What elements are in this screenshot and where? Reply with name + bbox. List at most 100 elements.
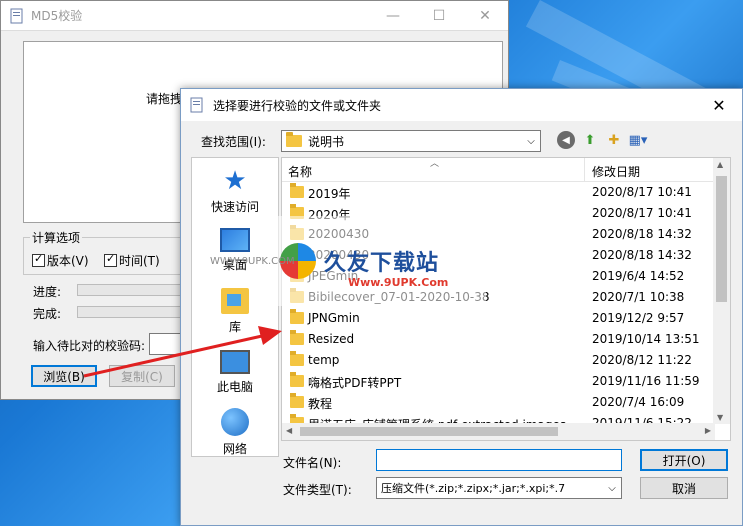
filetype-value: 压缩文件(*.zip;*.zipx;*.jar;*.xpi;*.7 [381, 482, 566, 495]
lookin-combo[interactable]: 说明书 ⌵ [281, 130, 541, 152]
scroll-thumb[interactable] [300, 427, 558, 436]
done-bar [77, 306, 187, 318]
chevron-down-icon: ⌵ [608, 482, 616, 494]
file-date: 2020/8/17 10:41 [592, 206, 692, 220]
options-legend: 计算选项 [30, 229, 83, 246]
cancel-button[interactable]: 取消 [640, 477, 728, 499]
sort-up-icon: ︿ [430, 159, 440, 169]
file-date: 2020/7/1 10:38 [592, 290, 685, 304]
scroll-down-icon[interactable]: ▼ [717, 413, 723, 422]
place-label: 网络 [222, 442, 247, 456]
folder-icon [290, 309, 304, 324]
file-row[interactable]: 2019年 2020/8/17 10:41 [282, 182, 714, 203]
star-icon: ★ [223, 166, 247, 196]
progress-label: 进度: [33, 285, 62, 299]
app-icon [190, 97, 203, 113]
app-icon [10, 8, 23, 23]
col-name-header[interactable]: 名称 [288, 163, 312, 180]
done-label: 完成: [33, 307, 62, 321]
file-date: 2020/8/18 14:32 [592, 248, 692, 262]
version-checkbox[interactable]: 版本(V) [32, 252, 89, 269]
filename-label: 文件名(N): [283, 456, 342, 470]
computer-icon [220, 350, 250, 374]
file-name: temp [308, 353, 340, 367]
horizontal-scrollbar[interactable]: ◀ ▶ [282, 423, 715, 440]
file-date: 2020/8/17 10:41 [592, 185, 692, 199]
copy-button[interactable]: 复制(C) [109, 365, 175, 387]
file-name: Resized [308, 332, 355, 346]
filetype-label: 文件类型(T): [283, 483, 352, 497]
chevron-down-icon: ⌵ [527, 135, 535, 147]
place-this-pc[interactable]: 此电脑 [192, 350, 278, 395]
file-date: 2019/11/16 11:59 [592, 374, 700, 388]
file-row[interactable]: 嗨格式PDF转PPT 2019/11/16 11:59 [282, 371, 714, 392]
time-label: 时间(T) [119, 254, 160, 268]
place-label: 此电脑 [216, 380, 253, 394]
new-folder-icon[interactable]: ✚ [605, 131, 623, 149]
dialog-titlebar: 选择要进行校验的文件或文件夹 ✕ [181, 89, 742, 121]
network-icon [221, 408, 249, 436]
lookin-value: 说明书 [308, 134, 345, 149]
folder-icon [290, 393, 304, 408]
minimize-icon[interactable]: — [370, 1, 416, 30]
maximize-icon[interactable]: ☐ [416, 1, 462, 30]
col-date-header[interactable]: 修改日期 [592, 163, 640, 180]
close-icon[interactable]: ✕ [696, 96, 742, 115]
md5-titlebar: MD5校验 — ☐ ✕ [1, 1, 508, 31]
lookin-label: 查找范围(I): [201, 135, 266, 149]
up-folder-icon[interactable]: ⬆ [581, 131, 599, 149]
open-button[interactable]: 打开(O) [640, 449, 728, 471]
scroll-right-icon[interactable]: ▶ [705, 426, 711, 435]
time-checkbox[interactable]: 时间(T) [104, 252, 160, 269]
place-network[interactable]: 网络 [192, 408, 278, 457]
filetype-combo[interactable]: 压缩文件(*.zip;*.zipx;*.jar;*.xpi;*.7 ⌵ [376, 477, 622, 499]
file-name: 教程 [308, 397, 333, 411]
md5-window-title: MD5校验 [31, 9, 83, 23]
view-menu-icon[interactable]: ▦▾ [629, 131, 648, 149]
file-name: JPNGmin [308, 311, 360, 325]
watermark-url-left: WWW.9UPK.COM [210, 256, 295, 267]
file-row[interactable]: temp 2020/8/12 11:22 [282, 350, 714, 371]
places-bar: ★ 快速访问 桌面 库 此电脑 网络 [191, 157, 279, 457]
checkbox-check-icon [104, 252, 117, 267]
file-dialog: 选择要进行校验的文件或文件夹 ✕ 查找范围(I): 说明书 ⌵ ◀ ⬆ ✚ ▦▾… [180, 88, 743, 526]
file-row[interactable]: Resized 2019/10/14 13:51 [282, 329, 714, 350]
close-icon[interactable]: ✕ [462, 1, 508, 30]
desktop-icon [220, 228, 250, 252]
watermark-url: Www.9UPK.Com [348, 276, 449, 289]
verify-label: 输入待比对的校验码: [33, 339, 146, 353]
file-list-header: ︿ 名称 修改日期 [282, 158, 714, 182]
place-quick-access[interactable]: ★ 快速访问 [192, 168, 278, 215]
scroll-thumb[interactable] [716, 176, 727, 302]
file-name: 嗨格式PDF转PPT [308, 376, 402, 390]
scroll-left-icon[interactable]: ◀ [286, 426, 292, 435]
scroll-up-icon[interactable]: ▲ [717, 160, 723, 169]
file-row[interactable]: JPNGmin 2019/12/2 9:57 [282, 308, 714, 329]
library-icon [221, 288, 249, 314]
file-date: 2019/10/14 13:51 [592, 332, 700, 346]
file-date: 2020/8/12 11:22 [592, 353, 692, 367]
file-date: 2020/7/4 16:09 [592, 395, 685, 409]
back-icon[interactable]: ◀ [557, 131, 575, 149]
options-group: 计算选项 版本(V) 时间(T) [23, 229, 193, 275]
vertical-scrollbar[interactable]: ▲ ▼ [713, 158, 730, 424]
folder-icon [286, 132, 302, 147]
folder-icon [290, 330, 304, 345]
place-label: 快速访问 [210, 200, 259, 214]
file-date: 2019/6/4 14:52 [592, 269, 685, 283]
watermark-brand: 久友下载站 [324, 251, 440, 276]
place-label: 库 [228, 320, 241, 334]
checkbox-check-icon [32, 252, 45, 267]
file-row[interactable]: 教程 2020/7/4 16:09 [282, 392, 714, 413]
file-date: 2019/12/2 9:57 [592, 311, 685, 325]
progress-bar [77, 284, 187, 296]
file-name: 2019年 [308, 187, 351, 201]
file-date: 2020/8/18 14:32 [592, 227, 692, 241]
browse-button[interactable]: 浏览(B) [31, 365, 97, 387]
filename-input[interactable] [376, 449, 622, 471]
folder-icon [290, 351, 304, 366]
dialog-title: 选择要进行校验的文件或文件夹 [213, 98, 382, 113]
folder-icon [290, 372, 304, 387]
watermark: WWW.9UPK.COM 久友下载站 Www.9UPK.Com [210, 216, 486, 306]
version-label: 版本(V) [47, 254, 89, 268]
